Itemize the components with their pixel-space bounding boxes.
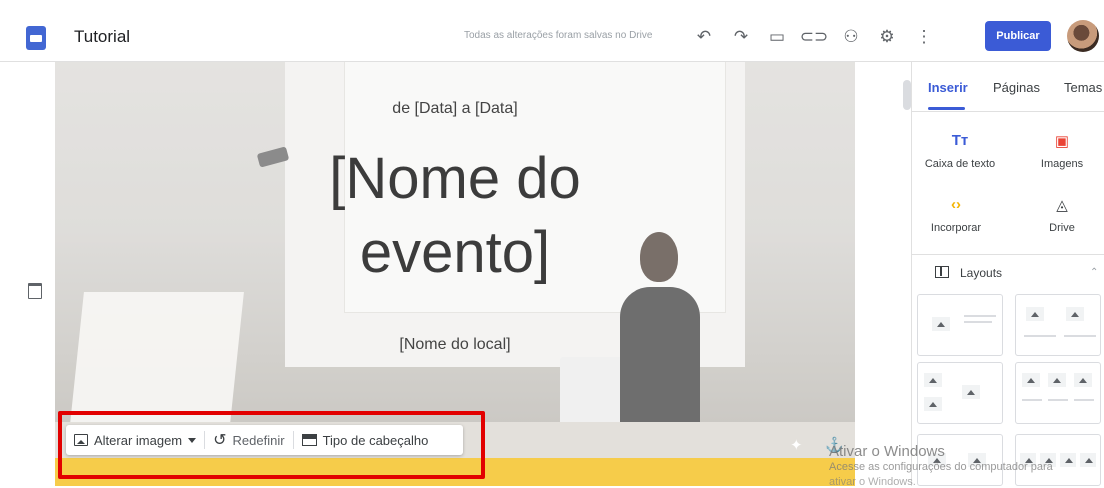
event-title-line: evento] [359, 220, 551, 285]
divider [912, 254, 1104, 255]
layouts-heading[interactable]: Layouts [960, 266, 1002, 280]
image-placeholder-icon [932, 317, 950, 331]
windows-activation-text: Acesse as configurações do computador pa… [829, 461, 1053, 473]
image-placeholder-icon [924, 373, 942, 387]
publish-button[interactable]: Publicar [985, 21, 1051, 51]
delete-section-icon[interactable] [28, 283, 42, 299]
avatar[interactable] [1067, 20, 1099, 52]
image-placeholder-icon [1022, 373, 1040, 387]
image-placeholder-icon [924, 397, 942, 411]
save-status: Todas as alterações foram salvas no Driv… [464, 30, 653, 41]
tab-insert[interactable]: Inserir [928, 80, 968, 95]
drive-icon: ◬ [1056, 197, 1068, 214]
insert-images[interactable]: ▣ Imagens [1022, 132, 1102, 170]
layout-option[interactable] [1015, 294, 1101, 356]
scrollbar[interactable] [903, 80, 911, 110]
insert-embed[interactable]: ‹› Incorporar [916, 196, 996, 234]
embed-icon: ‹› [951, 196, 961, 213]
event-title-line: [Nome do [329, 146, 581, 211]
layout-text-line [964, 315, 996, 317]
layout-option[interactable] [1015, 362, 1101, 424]
text-box-icon: Tт [951, 132, 969, 149]
layout-option[interactable] [917, 434, 1003, 486]
layout-text-line [1024, 335, 1056, 337]
image-placeholder-icon [962, 385, 980, 399]
divider [912, 111, 1104, 112]
layout-option[interactable] [917, 362, 1003, 424]
layout-text-line [1048, 399, 1068, 401]
image-icon: ▣ [1054, 133, 1070, 150]
layout-text-line [964, 321, 992, 323]
active-tab-indicator [928, 107, 965, 110]
insert-images-label: Imagens [1040, 158, 1084, 170]
tab-pages[interactable]: Páginas [993, 80, 1040, 95]
image-placeholder-icon [1026, 307, 1044, 321]
insert-embed-label: Incorporar [930, 222, 982, 234]
image-placeholder-icon [1060, 453, 1076, 467]
link-icon[interactable]: ⊂⊃ [800, 26, 829, 48]
redo-icon[interactable]: ↷ [730, 26, 752, 48]
more-vert-icon[interactable]: ⋮ [913, 26, 935, 48]
layout-option[interactable] [917, 294, 1003, 356]
layout-text-line [1074, 399, 1094, 401]
image-placeholder-icon [1066, 307, 1084, 321]
sites-logo-icon[interactable] [26, 26, 46, 50]
share-icon[interactable]: ⚇ [840, 26, 862, 48]
insert-panel: Inserir Páginas Temas Tт Caixa de texto … [911, 62, 1104, 486]
insert-text-box[interactable]: Tт Caixa de texto [920, 132, 1000, 170]
collapse-chevron-icon[interactable]: ⌃ [1090, 267, 1098, 278]
insert-text-box-label: Caixa de texto [924, 158, 996, 170]
event-date[interactable]: de [Data] a [Data] [55, 100, 855, 118]
layout-text-line [1022, 399, 1042, 401]
insert-drive[interactable]: ◬ Drive [1022, 196, 1102, 234]
layout-option[interactable] [1015, 434, 1101, 486]
tab-themes[interactable]: Temas [1064, 80, 1102, 95]
top-bar: Tutorial Todas as alterações foram salva… [0, 0, 1104, 62]
layout-text-line [1064, 335, 1096, 337]
sparkle-icon[interactable]: ✦ [790, 436, 803, 454]
image-placeholder-icon [1080, 453, 1096, 467]
image-placeholder-icon [1074, 373, 1092, 387]
event-venue[interactable]: [Nome do local] [55, 336, 855, 354]
preview-icon[interactable]: ▭ [766, 26, 788, 48]
layouts-icon [935, 266, 949, 278]
windows-activation-title: Ativar o Windows [829, 443, 945, 460]
left-gutter [0, 62, 55, 486]
settings-gear-icon[interactable]: ⚙ [876, 26, 898, 48]
highlight-box [58, 411, 485, 479]
site-title[interactable]: Tutorial [74, 27, 130, 47]
windows-activation-text: ativar o Windows. [829, 476, 916, 488]
undo-icon[interactable]: ↶ [693, 26, 715, 48]
event-title[interactable]: [Nome do evento] [55, 142, 855, 290]
insert-drive-label: Drive [1049, 222, 1075, 234]
image-placeholder-icon [1048, 373, 1066, 387]
